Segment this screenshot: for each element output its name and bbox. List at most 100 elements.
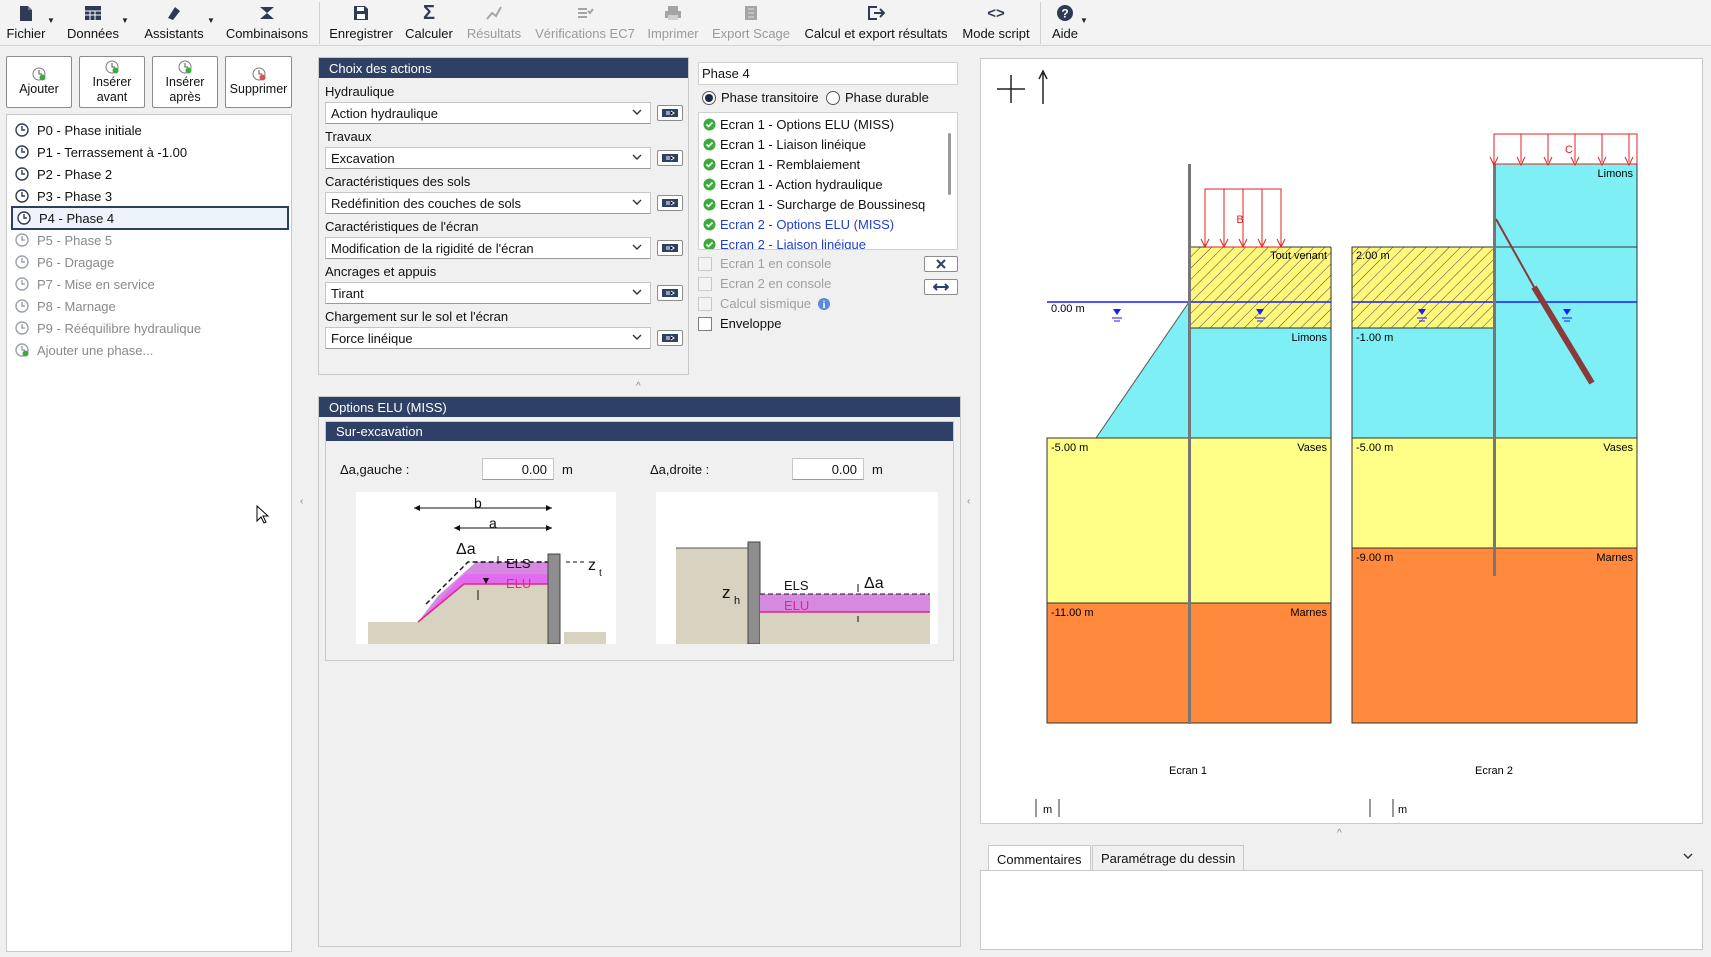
- fichier-button[interactable]: Fichier: [4, 2, 48, 44]
- swap-action-button[interactable]: [924, 279, 958, 295]
- phase-item-p1[interactable]: P1 - Terrassement à -1.00: [11, 141, 289, 163]
- phase-item-p4[interactable]: P4 - Phase 4: [11, 206, 289, 230]
- help-icon: ?: [1056, 2, 1074, 24]
- export-scage-button[interactable]: Export Scage: [708, 2, 794, 44]
- export-icon: [867, 2, 885, 24]
- supprimer-button[interactable]: Supprimer: [225, 56, 292, 108]
- phase-item-p2[interactable]: P2 - Phase 2: [11, 163, 289, 185]
- add-action-icon: [662, 334, 678, 342]
- tab-commentaires[interactable]: Commentaires: [988, 845, 1091, 872]
- phase-item-p8[interactable]: P8 - Marnage: [11, 295, 289, 317]
- aide-button[interactable]: ? Aide: [1046, 2, 1084, 44]
- mode-script-button[interactable]: <> Mode script: [958, 2, 1034, 44]
- action-item[interactable]: Ecran 1 - Options ELU (MISS): [703, 114, 894, 134]
- assistants-button[interactable]: Assistants: [140, 2, 208, 44]
- hydraulique-add-button[interactable]: [657, 105, 683, 121]
- inserer-avant-button[interactable]: Insérer avant: [79, 56, 145, 108]
- delta-gauche-label: Δa,gauche :: [340, 462, 410, 477]
- calcul-export-button[interactable]: Calcul et export résultats: [800, 2, 952, 44]
- delete-action-button[interactable]: [924, 256, 958, 272]
- toolbar-separator: [319, 2, 320, 44]
- collapse-up-icon[interactable]: ^: [1337, 828, 1342, 839]
- calculer-button[interactable]: Σ Calculer: [402, 2, 456, 44]
- phase-item-p0[interactable]: P0 - Phase initiale: [11, 119, 289, 141]
- level-minus11: -11.00 m: [1051, 607, 1094, 619]
- phase-action-list: Ecran 1 - Options ELU (MISS) Ecran 1 - L…: [698, 112, 958, 250]
- donnees-caret-icon[interactable]: ▼: [121, 16, 129, 25]
- phase-durable-radio[interactable]: Phase durable: [826, 90, 929, 105]
- label-delta-a: Δa: [456, 541, 476, 558]
- sur-excavation-group: Sur-excavation Δa,gauche : 0.00 m Δa,dro…: [325, 421, 954, 661]
- travaux-select[interactable]: Excavation: [325, 147, 651, 169]
- add-phase-item[interactable]: Ajouter une phase...: [11, 339, 289, 361]
- verifications-button[interactable]: Vérifications EC7: [532, 2, 638, 44]
- sur-excavation-diagram-left: b a Δa ELS ELU z t: [356, 492, 616, 645]
- soil-label: Vases: [1297, 442, 1327, 454]
- phase-item-p7[interactable]: P7 - Mise en service: [11, 273, 289, 295]
- travaux-add-button[interactable]: [657, 150, 683, 166]
- level-minus5: -5.00 m: [1051, 442, 1088, 454]
- chargement-select[interactable]: Force linéique: [325, 327, 651, 349]
- resultats-button[interactable]: Résultats: [462, 2, 526, 44]
- phase-item-p3[interactable]: P3 - Phase 3: [11, 185, 289, 207]
- enregistrer-button[interactable]: Enregistrer: [326, 2, 396, 44]
- info-icon[interactable]: i: [817, 297, 831, 311]
- delta-droite-input[interactable]: 0.00: [792, 458, 864, 480]
- check-circle-icon: [703, 138, 716, 150]
- close-icon: [936, 259, 946, 269]
- ancrages-add-button[interactable]: [657, 285, 683, 301]
- clock-insert-icon: [105, 60, 119, 73]
- action-item[interactable]: Ecran 1 - Surcharge de Boussinesq: [703, 194, 925, 214]
- radio-checked-icon: [702, 90, 716, 105]
- action-item[interactable]: Ecran 2 - Liaison linéique: [703, 234, 866, 249]
- options-elu-header: Options ELU (MISS): [319, 397, 960, 417]
- donnees-button[interactable]: Données: [66, 2, 120, 44]
- action-item[interactable]: Ecran 1 - Action hydraulique: [703, 174, 883, 194]
- ancrages-select[interactable]: Tirant: [325, 282, 651, 304]
- add-action-icon: [662, 289, 678, 297]
- hydraulique-label: Hydraulique: [325, 84, 395, 99]
- comment-textarea[interactable]: [980, 870, 1703, 950]
- collapse-center-icon[interactable]: ‹: [967, 496, 970, 507]
- delta-gauche-input[interactable]: 0.00: [482, 458, 554, 480]
- export-scage-icon: [743, 2, 759, 24]
- aide-caret-icon[interactable]: ▼: [1080, 16, 1088, 25]
- sols-select[interactable]: Redéfinition des couches de sols: [325, 192, 651, 214]
- collapse-up-icon[interactable]: ^: [636, 381, 641, 392]
- phase-item-p5[interactable]: P5 - Phase 5: [11, 229, 289, 251]
- collapse-left-icon[interactable]: ‹: [300, 496, 303, 507]
- action-item[interactable]: Ecran 2 - Options ELU (MISS): [703, 214, 894, 234]
- chevron-down-icon[interactable]: [1682, 852, 1694, 862]
- phase-transitoire-radio[interactable]: Phase transitoire: [702, 90, 819, 105]
- enveloppe-checkbox[interactable]: Enveloppe: [698, 316, 781, 331]
- drawing-svg: B 0.00 m -5.00 m -11.00 m Tout venant Li…: [997, 69, 1638, 817]
- label-zt-sub: t: [599, 568, 602, 579]
- assistants-caret-icon[interactable]: ▼: [207, 16, 215, 25]
- chargement-add-button[interactable]: [657, 330, 683, 346]
- save-icon: [353, 2, 369, 24]
- phase-name-input[interactable]: Phase 4: [698, 62, 958, 85]
- action-item[interactable]: Ecran 1 - Remblaiement: [703, 154, 860, 174]
- ecran2-console-checkbox[interactable]: Ecran 2 en console: [698, 276, 831, 291]
- phase-item-p9[interactable]: P9 - Rééquilibre hydraulique: [11, 317, 289, 339]
- ecran-add-button[interactable]: [657, 240, 683, 256]
- ecran-select[interactable]: Modification de la rigidité de l'écran: [325, 237, 651, 259]
- chevron-down-icon: [632, 199, 642, 205]
- imprimer-button[interactable]: Imprimer: [644, 2, 702, 44]
- action-item[interactable]: Ecran 1 - Liaison linéique: [703, 134, 866, 154]
- combinaisons-button[interactable]: Combinaisons: [224, 2, 310, 44]
- sols-add-button[interactable]: [657, 195, 683, 211]
- file-icon: [19, 2, 33, 24]
- chevron-down-icon: [632, 154, 642, 160]
- fichier-caret-icon[interactable]: ▼: [47, 16, 55, 25]
- hydraulique-select[interactable]: Action hydraulique: [325, 102, 651, 124]
- phase-item-p6[interactable]: P6 - Dragage: [11, 251, 289, 273]
- ajouter-button[interactable]: Ajouter: [6, 56, 72, 108]
- tab-parametrage[interactable]: Paramétrage du dessin: [1092, 845, 1245, 871]
- drawing-canvas[interactable]: B 0.00 m -5.00 m -11.00 m Tout venant Li…: [980, 58, 1703, 824]
- action-list-scrollbar[interactable]: [948, 133, 951, 195]
- inserer-apres-button[interactable]: Insérer après: [152, 56, 218, 108]
- calcul-sismique-checkbox[interactable]: Calcul sismique i: [698, 296, 831, 311]
- ecran1-console-checkbox[interactable]: Ecran 1 en console: [698, 256, 831, 271]
- clock-icon: [17, 211, 31, 225]
